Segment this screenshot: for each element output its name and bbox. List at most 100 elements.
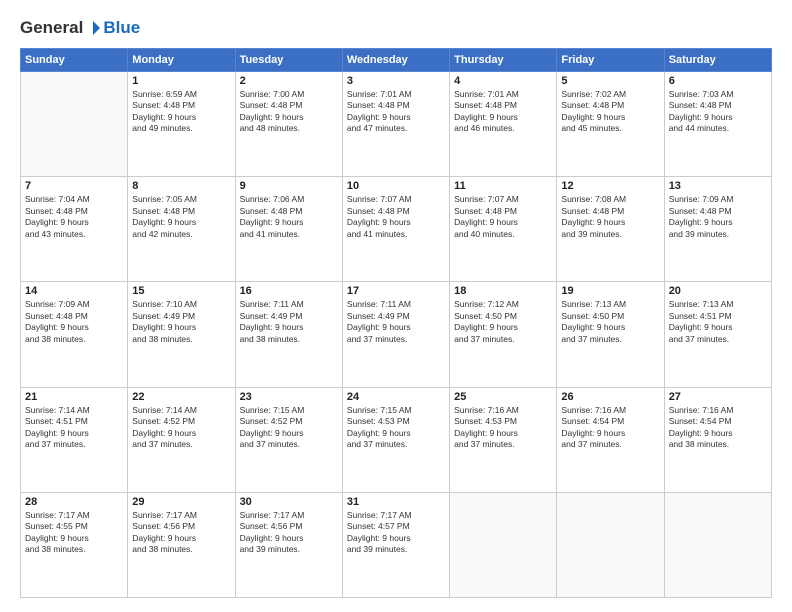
cell-info: Sunrise: 6:59 AM Sunset: 4:48 PM Dayligh…	[132, 89, 230, 135]
calendar-cell: 16 Sunrise: 7:11 AM Sunset: 4:49 PM Dayli…	[235, 282, 342, 387]
day-number: 16	[240, 285, 338, 297]
day-number: 23	[240, 391, 338, 403]
cell-info: Sunrise: 7:03 AM Sunset: 4:48 PM Dayligh…	[669, 89, 767, 135]
calendar-cell	[664, 492, 771, 597]
weekday-header-monday: Monday	[128, 49, 235, 72]
day-number: 1	[132, 75, 230, 87]
cell-info: Sunrise: 7:07 AM Sunset: 4:48 PM Dayligh…	[454, 194, 552, 240]
cell-info: Sunrise: 7:07 AM Sunset: 4:48 PM Dayligh…	[347, 194, 445, 240]
day-number: 25	[454, 391, 552, 403]
day-number: 6	[669, 75, 767, 87]
cell-info: Sunrise: 7:17 AM Sunset: 4:57 PM Dayligh…	[347, 510, 445, 556]
cell-info: Sunrise: 7:16 AM Sunset: 4:54 PM Dayligh…	[669, 405, 767, 451]
calendar-cell: 28 Sunrise: 7:17 AM Sunset: 4:55 PM Dayli…	[21, 492, 128, 597]
logo: General Blue	[20, 18, 140, 38]
calendar-cell: 11 Sunrise: 7:07 AM Sunset: 4:48 PM Dayli…	[450, 177, 557, 282]
calendar-cell: 2 Sunrise: 7:00 AM Sunset: 4:48 PM Daylig…	[235, 72, 342, 177]
calendar-cell: 6 Sunrise: 7:03 AM Sunset: 4:48 PM Daylig…	[664, 72, 771, 177]
weekday-header-thursday: Thursday	[450, 49, 557, 72]
calendar-cell: 7Sunrise: 7:04 AM Sunset: 4:48 PM Daylig…	[21, 177, 128, 282]
cell-info: Sunrise: 7:09 AM Sunset: 4:48 PM Dayligh…	[669, 194, 767, 240]
cell-info: Sunrise: 7:01 AM Sunset: 4:48 PM Dayligh…	[454, 89, 552, 135]
page: General Blue SundayMondayTuesdayWednesda…	[0, 0, 792, 612]
day-number: 12	[561, 180, 659, 192]
logo-flag-icon	[84, 19, 102, 37]
calendar-cell: 23Sunrise: 7:15 AM Sunset: 4:52 PM Dayli…	[235, 387, 342, 492]
week-row-3: 14Sunrise: 7:09 AM Sunset: 4:48 PM Dayli…	[21, 282, 772, 387]
cell-info: Sunrise: 7:14 AM Sunset: 4:52 PM Dayligh…	[132, 405, 230, 451]
day-number: 20	[669, 285, 767, 297]
week-row-5: 28 Sunrise: 7:17 AM Sunset: 4:55 PM Dayli…	[21, 492, 772, 597]
cell-info: Sunrise: 7:16 AM Sunset: 4:54 PM Dayligh…	[561, 405, 659, 451]
weekday-header-tuesday: Tuesday	[235, 49, 342, 72]
cell-info: Sunrise: 7:10 AM Sunset: 4:49 PM Dayligh…	[132, 299, 230, 345]
cell-info: Sunrise: 7:13 AM Sunset: 4:50 PM Dayligh…	[561, 299, 659, 345]
calendar-cell: 24 Sunrise: 7:15 AM Sunset: 4:53 PM Dayli…	[342, 387, 449, 492]
cell-info: Sunrise: 7:01 AM Sunset: 4:48 PM Dayligh…	[347, 89, 445, 135]
cell-info: Sunrise: 7:05 AM Sunset: 4:48 PM Dayligh…	[132, 194, 230, 240]
cell-info: Sunrise: 7:00 AM Sunset: 4:48 PM Dayligh…	[240, 89, 338, 135]
calendar-cell: 15 Sunrise: 7:10 AM Sunset: 4:49 PM Dayli…	[128, 282, 235, 387]
day-number: 27	[669, 391, 767, 403]
day-number: 30	[240, 496, 338, 508]
week-row-2: 7Sunrise: 7:04 AM Sunset: 4:48 PM Daylig…	[21, 177, 772, 282]
calendar-cell: 8Sunrise: 7:05 AM Sunset: 4:48 PM Daylig…	[128, 177, 235, 282]
day-number: 9	[240, 180, 338, 192]
calendar-cell: 10 Sunrise: 7:07 AM Sunset: 4:48 PM Dayli…	[342, 177, 449, 282]
calendar-cell: 22Sunrise: 7:14 AM Sunset: 4:52 PM Dayli…	[128, 387, 235, 492]
calendar-cell: 14Sunrise: 7:09 AM Sunset: 4:48 PM Dayli…	[21, 282, 128, 387]
calendar-cell: 21 Sunrise: 7:14 AM Sunset: 4:51 PM Dayli…	[21, 387, 128, 492]
day-number: 26	[561, 391, 659, 403]
calendar-cell: 9 Sunrise: 7:06 AM Sunset: 4:48 PM Daylig…	[235, 177, 342, 282]
calendar-cell: 29Sunrise: 7:17 AM Sunset: 4:56 PM Dayli…	[128, 492, 235, 597]
day-number: 19	[561, 285, 659, 297]
cell-info: Sunrise: 7:11 AM Sunset: 4:49 PM Dayligh…	[347, 299, 445, 345]
day-number: 24	[347, 391, 445, 403]
day-number: 28	[25, 496, 123, 508]
cell-info: Sunrise: 7:16 AM Sunset: 4:53 PM Dayligh…	[454, 405, 552, 451]
cell-info: Sunrise: 7:17 AM Sunset: 4:56 PM Dayligh…	[240, 510, 338, 556]
calendar-cell	[557, 492, 664, 597]
logo-general-text: General	[20, 18, 83, 38]
cell-info: Sunrise: 7:08 AM Sunset: 4:48 PM Dayligh…	[561, 194, 659, 240]
day-number: 11	[454, 180, 552, 192]
cell-info: Sunrise: 7:09 AM Sunset: 4:48 PM Dayligh…	[25, 299, 123, 345]
cell-info: Sunrise: 7:17 AM Sunset: 4:55 PM Dayligh…	[25, 510, 123, 556]
calendar-cell: 3 Sunrise: 7:01 AM Sunset: 4:48 PM Daylig…	[342, 72, 449, 177]
calendar-cell: 26 Sunrise: 7:16 AM Sunset: 4:54 PM Dayli…	[557, 387, 664, 492]
calendar-table: SundayMondayTuesdayWednesdayThursdayFrid…	[20, 48, 772, 598]
calendar-cell: 31 Sunrise: 7:17 AM Sunset: 4:57 PM Dayli…	[342, 492, 449, 597]
cell-info: Sunrise: 7:14 AM Sunset: 4:51 PM Dayligh…	[25, 405, 123, 451]
day-number: 15	[132, 285, 230, 297]
day-number: 31	[347, 496, 445, 508]
calendar-cell	[21, 72, 128, 177]
calendar-cell: 20 Sunrise: 7:13 AM Sunset: 4:51 PM Dayli…	[664, 282, 771, 387]
weekday-header-row: SundayMondayTuesdayWednesdayThursdayFrid…	[21, 49, 772, 72]
day-number: 13	[669, 180, 767, 192]
day-number: 21	[25, 391, 123, 403]
cell-info: Sunrise: 7:06 AM Sunset: 4:48 PM Dayligh…	[240, 194, 338, 240]
logo-blue-text: Blue	[103, 18, 140, 38]
calendar-cell: 25 Sunrise: 7:16 AM Sunset: 4:53 PM Dayli…	[450, 387, 557, 492]
calendar-cell: 18 Sunrise: 7:12 AM Sunset: 4:50 PM Dayli…	[450, 282, 557, 387]
calendar-cell: 17Sunrise: 7:11 AM Sunset: 4:49 PM Dayli…	[342, 282, 449, 387]
cell-info: Sunrise: 7:17 AM Sunset: 4:56 PM Dayligh…	[132, 510, 230, 556]
cell-info: Sunrise: 7:13 AM Sunset: 4:51 PM Dayligh…	[669, 299, 767, 345]
week-row-1: 1 Sunrise: 6:59 AM Sunset: 4:48 PM Daylig…	[21, 72, 772, 177]
day-number: 2	[240, 75, 338, 87]
cell-info: Sunrise: 7:02 AM Sunset: 4:48 PM Dayligh…	[561, 89, 659, 135]
cell-info: Sunrise: 7:04 AM Sunset: 4:48 PM Dayligh…	[25, 194, 123, 240]
day-number: 3	[347, 75, 445, 87]
day-number: 18	[454, 285, 552, 297]
weekday-header-friday: Friday	[557, 49, 664, 72]
calendar-cell: 4Sunrise: 7:01 AM Sunset: 4:48 PM Daylig…	[450, 72, 557, 177]
calendar-cell: 13 Sunrise: 7:09 AM Sunset: 4:48 PM Dayli…	[664, 177, 771, 282]
cell-info: Sunrise: 7:15 AM Sunset: 4:53 PM Dayligh…	[347, 405, 445, 451]
header: General Blue	[20, 18, 772, 38]
day-number: 10	[347, 180, 445, 192]
cell-info: Sunrise: 7:12 AM Sunset: 4:50 PM Dayligh…	[454, 299, 552, 345]
week-row-4: 21 Sunrise: 7:14 AM Sunset: 4:51 PM Dayli…	[21, 387, 772, 492]
weekday-header-saturday: Saturday	[664, 49, 771, 72]
cell-info: Sunrise: 7:11 AM Sunset: 4:49 PM Dayligh…	[240, 299, 338, 345]
calendar-cell: 19 Sunrise: 7:13 AM Sunset: 4:50 PM Dayli…	[557, 282, 664, 387]
